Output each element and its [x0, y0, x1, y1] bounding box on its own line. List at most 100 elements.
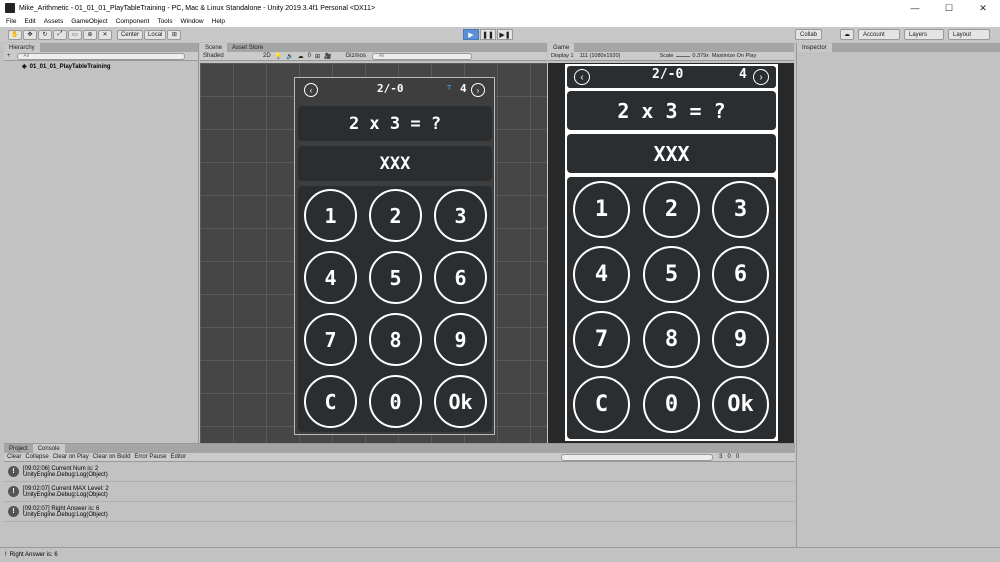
status-bar: ! Right Answer is: 6 [0, 547, 1000, 562]
resolution-dropdown[interactable]: 111 (1080x1920) [580, 53, 660, 59]
hand-tool-icon[interactable]: ✋ [8, 29, 22, 40]
console-panel: Project Console Clear Collapse Clear on … [4, 443, 795, 547]
space-toggle[interactable]: Local [144, 29, 167, 40]
scene-key-0: 0 [369, 375, 422, 428]
gizmos-dropdown[interactable]: Gizmos [346, 53, 366, 59]
maximize-on-play-toggle[interactable]: Maximize On Play [712, 53, 756, 59]
effects-icon[interactable]: ☁ [298, 53, 304, 60]
console-entry[interactable]: ! [09:02:06] Current Num is: 2 UnityEngin… [4, 462, 795, 482]
key-6[interactable]: 6 [712, 246, 769, 303]
window-title: Mike_Arithmetic - 01_01_01_PlayTableTrai… [19, 4, 376, 12]
scale-label: Scale [659, 53, 674, 59]
editor-dropdown[interactable]: Editor [170, 454, 186, 460]
hierarchy-scene-item[interactable]: ◈ 01_01_01_PlayTableTraining [4, 61, 198, 72]
cloud-icon[interactable]: ☁ [840, 29, 854, 40]
menu-window[interactable]: Window [181, 18, 204, 25]
camera-icon[interactable]: 🎥 [324, 53, 331, 60]
display-dropdown[interactable]: Display 1 [551, 53, 574, 59]
scene-key-4: 4 [304, 251, 357, 304]
toggle-2d[interactable]: 2D [263, 53, 271, 59]
error-count[interactable]: 0 [736, 454, 739, 460]
key-2[interactable]: 2 [643, 181, 700, 238]
menu-edit[interactable]: Edit [24, 18, 35, 25]
add-button[interactable]: + [7, 53, 11, 59]
console-entry[interactable]: ! [09:02:07] Right Answer is: 6 UnityEngi… [4, 502, 795, 522]
account-dropdown[interactable]: Account [858, 29, 900, 40]
clear-on-build-button[interactable]: Clear on Build [93, 454, 131, 460]
key-9[interactable]: 9 [712, 311, 769, 368]
scene-key-ok: Ok [434, 375, 487, 428]
tab-game[interactable]: Game [548, 43, 575, 52]
tab-project[interactable]: Project [4, 444, 33, 453]
scene-key-clear: C [304, 375, 357, 428]
key-ok[interactable]: Ok [712, 376, 769, 433]
console-collapse-button[interactable]: Collapse [25, 454, 48, 460]
shading-dropdown[interactable]: Shaded [203, 53, 263, 59]
key-7[interactable]: 7 [573, 311, 630, 368]
grid-icon[interactable]: ⊞ [315, 53, 320, 60]
clear-on-play-button[interactable]: Clear on Play [53, 454, 89, 460]
rect-tool-icon[interactable]: ▭ [68, 29, 82, 40]
layout-dropdown[interactable]: Layout [948, 29, 990, 40]
key-0[interactable]: 0 [643, 376, 700, 433]
status-text: Right Answer is: 6 [9, 552, 58, 558]
console-entry[interactable]: ! [09:02:07] Current MAX Level: 2 UnityEn… [4, 482, 795, 502]
minimize-button[interactable]: — [898, 0, 932, 16]
scale-slider[interactable] [676, 55, 691, 57]
window-titlebar: Mike_Arithmetic - 01_01_01_PlayTableTrai… [0, 0, 1000, 16]
key-1[interactable]: 1 [573, 181, 630, 238]
scale-value: 0.379x [692, 53, 709, 59]
unity-logo-icon [5, 3, 15, 13]
menu-file[interactable]: File [6, 18, 16, 25]
console-search-input[interactable] [561, 453, 714, 461]
key-8[interactable]: 8 [643, 311, 700, 368]
custom-tool-icon[interactable]: ✕ [98, 29, 112, 40]
warning-count[interactable]: 0 [727, 454, 730, 460]
scene-key-3: 3 [434, 189, 487, 242]
step-button[interactable]: ▶❚ [497, 29, 513, 40]
console-clear-button[interactable]: Clear [7, 454, 21, 460]
hierarchy-search-input[interactable]: All [16, 52, 185, 60]
key-4[interactable]: 4 [573, 246, 630, 303]
snap-icon[interactable]: ⊞ [167, 29, 182, 40]
info-count[interactable]: 3 [719, 454, 722, 460]
tab-hierarchy[interactable]: Hierarchy [4, 43, 40, 52]
collab-button[interactable]: Collab [795, 29, 823, 40]
key-3[interactable]: 3 [712, 181, 769, 238]
key-clear[interactable]: C [573, 376, 630, 433]
play-button[interactable]: ▶ [463, 29, 479, 40]
tab-console[interactable]: Console [32, 444, 65, 453]
menu-gameobject[interactable]: GameObject [71, 18, 108, 25]
maximize-button[interactable]: ☐ [932, 0, 966, 16]
scene-search-input[interactable]: All [371, 52, 472, 60]
lighting-icon[interactable]: 💡 [275, 53, 282, 60]
pivot-toggle[interactable]: Center [117, 29, 144, 40]
error-pause-button[interactable]: Error Pause [134, 454, 166, 460]
hierarchy-panel: Hierarchy + All ◈ 01_01_01_PlayTableTrai… [4, 43, 199, 443]
close-button[interactable]: ✕ [966, 0, 1000, 16]
menu-tools[interactable]: Tools [157, 18, 172, 25]
game-answer-card: XXX [567, 134, 776, 173]
hidden-objects-count[interactable]: 0 [308, 53, 311, 59]
tab-scene[interactable]: Scene [200, 43, 228, 52]
audio-icon[interactable]: 🔊 [286, 53, 293, 60]
key-5[interactable]: 5 [643, 246, 700, 303]
menu-assets[interactable]: Assets [44, 18, 64, 25]
pause-button[interactable]: ❚❚ [480, 29, 496, 40]
game-next-button[interactable]: › [753, 69, 769, 85]
layers-dropdown[interactable]: Layers [904, 29, 944, 40]
menu-bar: File Edit Assets GameObject Component To… [0, 16, 1000, 27]
menu-help[interactable]: Help [212, 18, 225, 25]
transform-tool-icon[interactable]: ⊕ [83, 29, 97, 40]
rotate-tool-icon[interactable]: ↻ [38, 29, 52, 40]
tab-asset-store[interactable]: Asset Store [227, 43, 269, 52]
scene-icon: ◈ [22, 64, 27, 70]
menu-component[interactable]: Component [116, 18, 150, 25]
console-entry-text: [09:02:07] Right Answer is: 6 [23, 505, 100, 512]
tab-inspector[interactable]: Inspector [797, 43, 832, 52]
game-prev-button[interactable]: ‹ [574, 69, 590, 85]
info-icon: ! [8, 506, 19, 517]
scale-tool-icon[interactable]: ⤢ [53, 29, 67, 40]
move-tool-icon[interactable]: ✥ [23, 29, 37, 40]
console-entry-text: [09:02:06] Current Num is: 2 [23, 465, 99, 472]
